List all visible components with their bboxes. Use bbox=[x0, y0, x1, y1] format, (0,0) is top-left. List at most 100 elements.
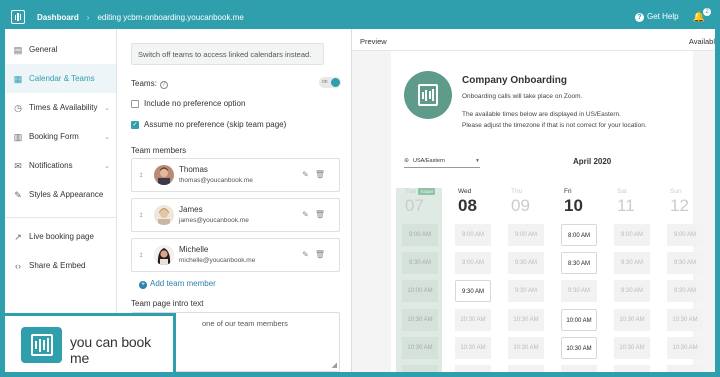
trash-icon[interactable]: 🗑 bbox=[315, 250, 331, 259]
time-slot-unavailable: 9:30 AM bbox=[614, 252, 650, 274]
sidebar-item-booking-form[interactable]: ▥ Booking Form ⌄ bbox=[5, 122, 116, 151]
time-slot-unavailable: 9:00 AM bbox=[455, 224, 491, 246]
timezone-note-line2: Please adjust the timezone if that is no… bbox=[462, 122, 647, 129]
top-bar: Dashboard › editing ycbm-onboarding.youc… bbox=[5, 5, 715, 29]
time-slot-unavailable: 10:30 AM bbox=[561, 365, 597, 372]
time-slot-unavailable: 10:30 AM bbox=[614, 365, 650, 372]
day-column: Wed 08 9:00 AM 9:00 AM 9:30 AM 10:30 AM 10:30 … bbox=[449, 188, 495, 372]
time-slot-available[interactable]: 9:30 AM bbox=[455, 280, 491, 302]
get-help-button[interactable]: ? Get Help bbox=[634, 12, 679, 22]
sidebar-item-label: Live booking page bbox=[29, 232, 94, 241]
sidebar-item-general[interactable]: ▤ General bbox=[5, 35, 116, 64]
assume-no-preference-option[interactable]: ✓ Assume no preference (skip team page) bbox=[131, 120, 286, 129]
toggle-label: on bbox=[322, 79, 328, 85]
booking-page-card: Company Onboarding Onboarding calls will… bbox=[391, 51, 703, 372]
edit-icon[interactable]: ✎ bbox=[302, 170, 315, 179]
sidebar-item-label: Times & Availability bbox=[29, 103, 98, 112]
member-actions: ✎🗑 bbox=[302, 250, 331, 259]
timezone-select[interactable]: ⊕ USA/Eastern ▼ bbox=[404, 155, 480, 168]
trash-icon[interactable]: 🗑 bbox=[315, 170, 331, 179]
time-slot-unavailable: 9:00 AM bbox=[455, 252, 491, 274]
time-slot-unavailable: 9:30 AM bbox=[402, 252, 438, 274]
time-slot-unavailable: 9:00 AM bbox=[614, 224, 650, 246]
time-slot-unavailable: 10:30 AM bbox=[402, 337, 438, 359]
day-column: Sat 11 9:00 AM 9:30 AM 9:30 AM 10:30 AM 10:30 … bbox=[608, 188, 654, 372]
notification-count-badge: 2 bbox=[703, 7, 711, 16]
assume-no-preference-checkbox[interactable]: ✓ bbox=[131, 120, 139, 129]
member-email: james@youcanbook.me bbox=[179, 217, 249, 224]
time-slot-available[interactable]: 8:00 AM bbox=[561, 224, 597, 246]
preview-header: Preview Availabl bbox=[352, 29, 715, 51]
app-logo-icon[interactable] bbox=[11, 10, 25, 24]
day-number: 10 bbox=[564, 196, 583, 215]
time-slot-unavailable: 10:30 AM bbox=[614, 309, 650, 331]
include-no-preference-label: Include no preference option bbox=[144, 99, 246, 108]
editing-label: editing ycbm-onboarding.youcanbook.me bbox=[97, 12, 244, 22]
notifications-bell-icon[interactable]: 🔔 2 bbox=[693, 7, 711, 23]
avatar bbox=[154, 245, 174, 265]
company-logo-icon bbox=[404, 71, 452, 119]
time-slot-unavailable: 9:30 AM bbox=[508, 252, 544, 274]
sidebar-item-label: Notifications bbox=[29, 161, 73, 170]
add-team-member-label: Add team member bbox=[150, 279, 216, 288]
time-slot-unavailable: 10:30 AM bbox=[508, 337, 544, 359]
edit-icon[interactable]: ✎ bbox=[302, 250, 315, 259]
sidebar-item-notifications[interactable]: ✉ Notifications ⌄ bbox=[5, 151, 116, 180]
time-slot-unavailable: 9:00 AM bbox=[402, 224, 438, 246]
teams-label: Teams: bbox=[131, 79, 157, 88]
help-icon: ? bbox=[634, 13, 644, 22]
dropdown-arrow-icon: ▼ bbox=[475, 158, 480, 164]
day-column: Tue TODAY 07 9:00 AM 9:30 AM 10:00 AM 10:30 AM… bbox=[396, 188, 442, 372]
chevron-down-icon: ⌄ bbox=[104, 133, 110, 141]
clock-icon: ◷ bbox=[14, 102, 22, 113]
include-no-preference-checkbox[interactable] bbox=[131, 99, 139, 108]
drag-handle-icon[interactable]: ↕ bbox=[139, 250, 143, 259]
palette-icon: ✎ bbox=[14, 189, 22, 200]
sidebar-item-styles-appearance[interactable]: ✎ Styles & Appearance bbox=[5, 180, 116, 209]
day-name: Tue bbox=[405, 188, 416, 195]
member-email: michelle@youcanbook.me bbox=[179, 257, 256, 264]
time-slot-unavailable: 9:00 AM bbox=[508, 224, 544, 246]
globe-icon: ⊕ bbox=[404, 158, 410, 164]
sidebar-item-calendar-teams[interactable]: ▦ Calendar & Teams bbox=[5, 64, 116, 93]
avatar bbox=[154, 165, 174, 185]
time-slot-unavailable: 10:30 AM bbox=[402, 365, 438, 372]
intro-text-value: one of our team members bbox=[202, 319, 288, 328]
form-icon: ▥ bbox=[13, 131, 23, 142]
sidebar-item-label: Styles & Appearance bbox=[29, 190, 104, 199]
time-slot-unavailable: 9:30 AM bbox=[667, 252, 703, 274]
assume-no-preference-label: Assume no preference (skip team page) bbox=[144, 120, 287, 129]
time-slot-available[interactable]: 10:00 AM bbox=[561, 309, 597, 331]
timezone-note-line1: The available times below are displayed … bbox=[462, 111, 621, 118]
calendar-icon: ▦ bbox=[13, 73, 23, 84]
drag-handle-icon[interactable]: ↕ bbox=[139, 170, 143, 179]
time-slot-unavailable: 10:30 AM bbox=[455, 365, 491, 372]
day-name: Wed bbox=[458, 188, 472, 195]
time-slot-unavailable: 10:30 AM bbox=[402, 309, 438, 331]
company-name: Company Onboarding bbox=[462, 75, 567, 86]
sidebar-item-times-availability[interactable]: ◷ Times & Availability ⌄ bbox=[5, 93, 116, 122]
drag-handle-icon[interactable]: ↕ bbox=[139, 210, 143, 219]
time-slot-unavailable: 10:30 AM bbox=[508, 365, 544, 372]
time-slot-unavailable: 10:30 AM bbox=[508, 309, 544, 331]
day-number: 11 bbox=[617, 196, 635, 215]
sidebar-item-label: Calendar & Teams bbox=[29, 74, 95, 83]
sidebar-item-share-embed[interactable]: ‹› Share & Embed bbox=[5, 251, 116, 280]
sidebar-item-live-booking-page[interactable]: ↗ Live booking page bbox=[5, 222, 116, 251]
add-team-member-button[interactable]: + Add team member bbox=[139, 279, 216, 289]
preview-pane: Preview Availabl Company Onboarding Onbo… bbox=[352, 29, 715, 372]
get-help-label: Get Help bbox=[646, 12, 679, 21]
dashboard-link[interactable]: Dashboard bbox=[37, 13, 79, 22]
trash-icon[interactable]: 🗑 bbox=[315, 210, 331, 219]
teams-toggle[interactable]: on bbox=[319, 77, 341, 88]
time-slot-available[interactable]: 10:30 AM bbox=[561, 337, 597, 359]
edit-icon[interactable]: ✎ bbox=[302, 210, 315, 219]
time-slot-available[interactable]: 8:30 AM bbox=[561, 252, 597, 274]
availability-link[interactable]: Availabl bbox=[689, 37, 715, 46]
team-member-card: ↕ James james@youcanbook.me ✎🗑 bbox=[131, 198, 340, 232]
resize-handle-icon[interactable]: ◢ bbox=[332, 361, 337, 369]
help-circle-icon[interactable]: ? bbox=[159, 81, 168, 89]
time-slot-unavailable: 10:30 AM bbox=[455, 309, 491, 331]
include-no-preference-option[interactable]: Include no preference option bbox=[131, 99, 245, 108]
day-column: Fri 10 8:00 AM 8:30 AM 9:30 AM 10:00 AM 10:30 … bbox=[555, 188, 601, 372]
